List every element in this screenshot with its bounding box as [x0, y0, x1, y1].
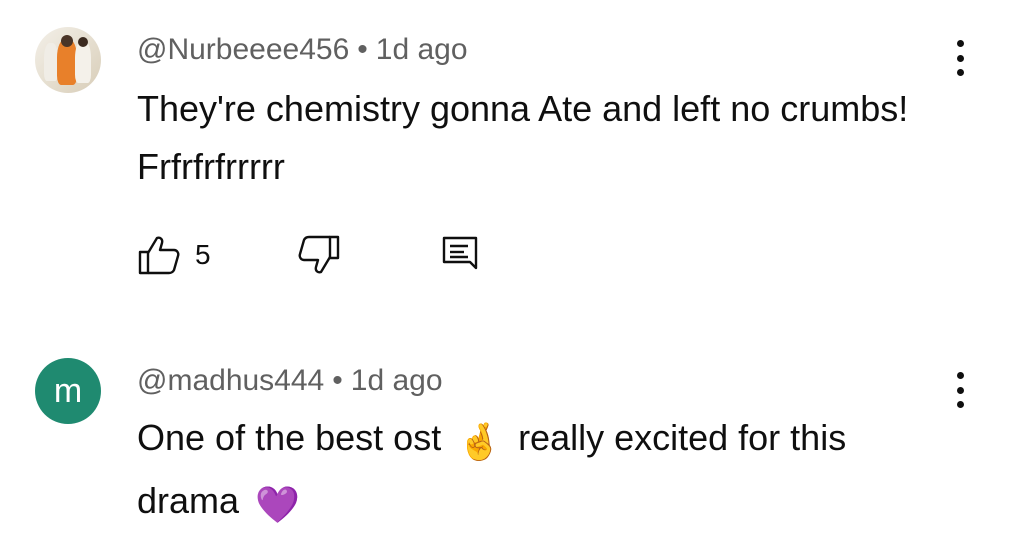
user-avatar[interactable]: m	[35, 358, 101, 424]
comment-meta: @Nurbeeee456 • 1d ago	[137, 33, 468, 67]
comment-author[interactable]: @Nurbeeee456	[137, 33, 349, 66]
dislike-button[interactable]	[297, 232, 341, 278]
meta-separator: •	[357, 33, 368, 66]
comment-time[interactable]: 1d ago	[376, 33, 468, 66]
crossed-fingers-emoji-icon: 🤞	[457, 422, 503, 463]
comment-text-part: One of the best ost	[137, 417, 442, 458]
meta-separator: •	[332, 364, 343, 397]
purple-heart-emoji-icon: 💜	[255, 485, 300, 526]
reply-comment-icon	[442, 236, 478, 270]
more-vert-icon	[956, 40, 964, 47]
comment-text: They're chemistry gonna Ate and left no …	[137, 88, 909, 187]
comment-meta: @madhus444 • 1d ago	[137, 364, 443, 398]
comment-item: @Nurbeeee456 • 1d ago They're chemistry go…	[0, 0, 1024, 320]
thumb-down-icon	[298, 235, 340, 274]
more-vert-icon	[956, 372, 964, 379]
thumb-up-icon	[138, 236, 180, 275]
user-avatar[interactable]	[35, 27, 101, 93]
reply-button[interactable]	[440, 232, 480, 278]
like-button[interactable]: 5	[137, 232, 211, 278]
more-options-button[interactable]	[948, 36, 972, 80]
comment-author[interactable]: @madhus444	[137, 364, 324, 397]
more-options-button[interactable]	[948, 368, 972, 412]
comment-time[interactable]: 1d ago	[351, 364, 443, 397]
comment-item: m @madhus444 • 1d ago One of the best ost …	[0, 340, 1024, 540]
comment-actions: 5	[137, 232, 537, 278]
avatar-letter: m	[53, 372, 83, 410]
like-count: 5	[195, 239, 211, 270]
comment-text: One of the best ost 🤞 really excited for…	[137, 409, 937, 535]
